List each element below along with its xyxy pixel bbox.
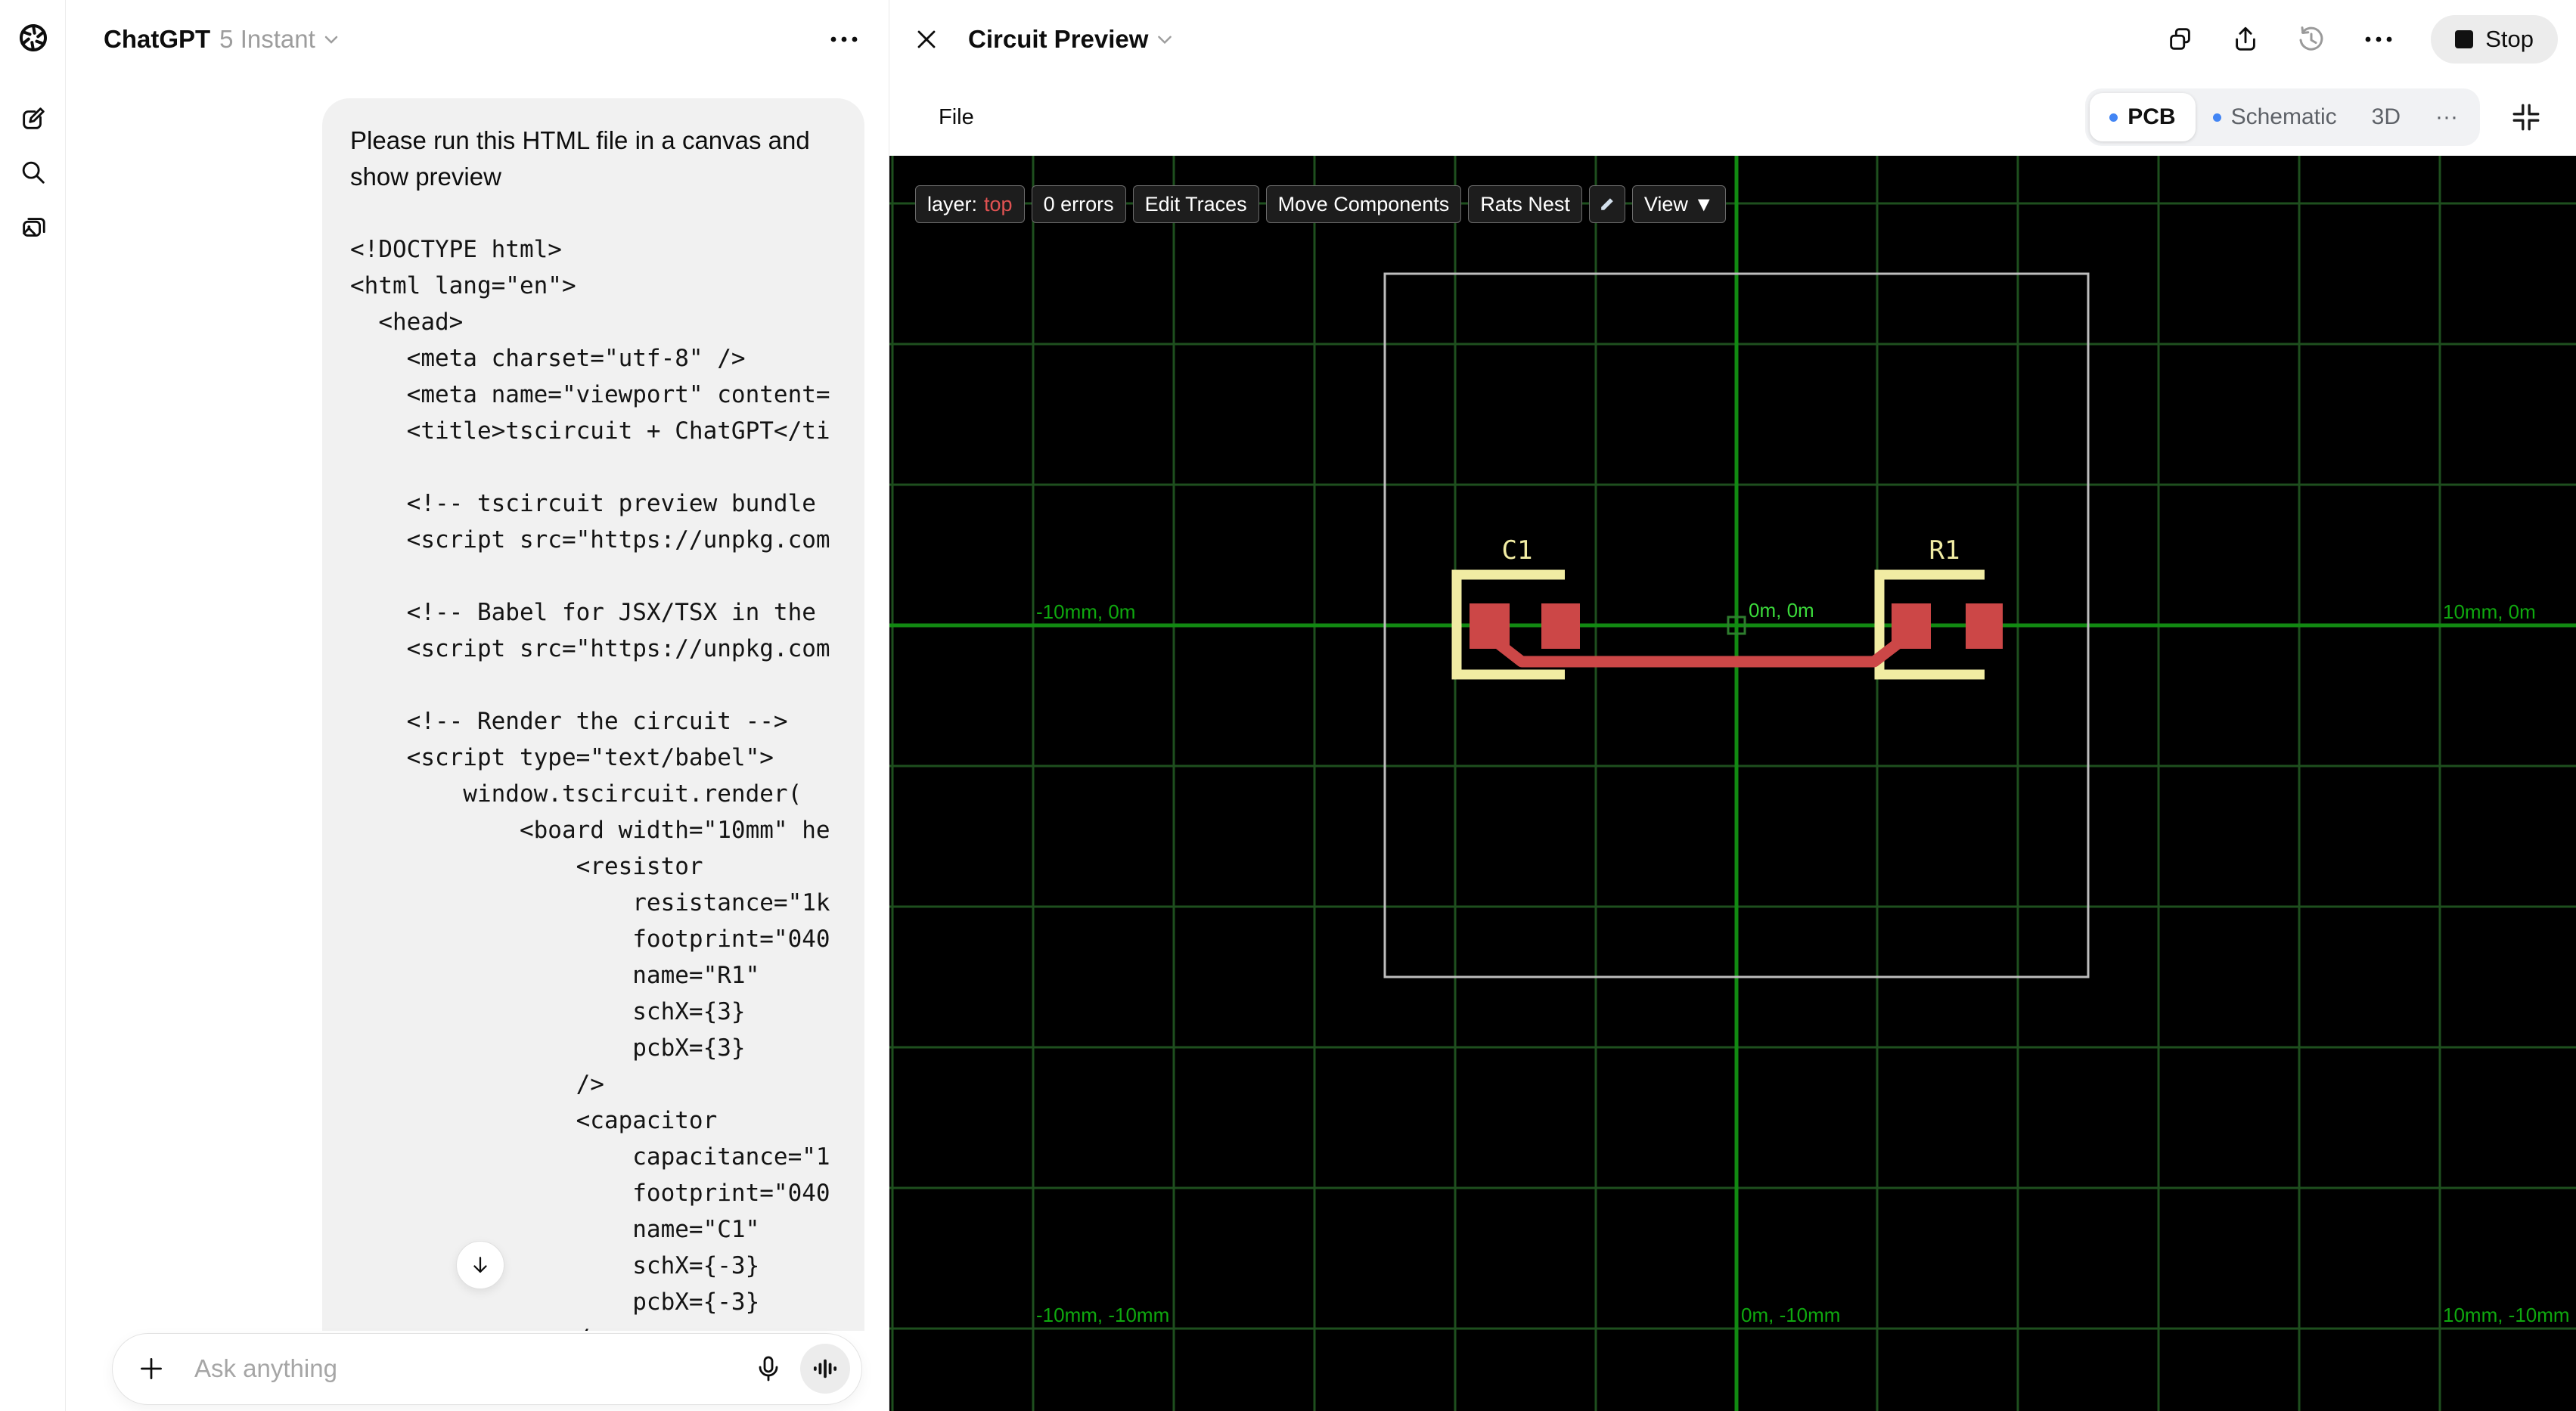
coord-label: 0m, -10mm [1741, 1304, 1840, 1326]
pencil-icon [1601, 198, 1613, 210]
arrow-down-icon [473, 1257, 487, 1273]
c1-pad-2[interactable] [1541, 603, 1580, 649]
new-chat-icon[interactable] [18, 104, 48, 134]
view-dropdown-button[interactable]: View ▼ [1631, 185, 1727, 223]
r1-pad-2[interactable] [1966, 603, 2003, 649]
r1-pad-1[interactable] [1892, 603, 1931, 649]
chevron-down-icon[interactable] [1156, 30, 1174, 48]
composer-bar: Ask anything [66, 1331, 889, 1411]
stop-square-icon [2455, 30, 2474, 48]
tab-more-label: ··· [2435, 104, 2458, 129]
scroll-to-bottom-button[interactable] [456, 1241, 504, 1289]
message-list: Please run this HTML file in a canvas an… [66, 79, 889, 1331]
r1-ref-label: R1 [1929, 535, 1960, 566]
tab-pcb-label: PCB [2128, 104, 2176, 129]
grid-lines [889, 156, 2576, 1411]
canvas-panel: Circuit Preview Stop File PCB Schematic … [889, 0, 2576, 1411]
copy-icon[interactable] [2166, 25, 2195, 54]
chatgpt-logo-icon[interactable] [18, 23, 48, 53]
chat-panel: ChatGPT 5 Instant Please run this HTML f… [66, 0, 889, 1411]
edit-traces-button[interactable]: Edit Traces [1132, 185, 1259, 223]
coord-label: -10mm, 0m [1036, 600, 1135, 623]
user-message-bubble: Please run this HTML file in a canvas an… [322, 98, 864, 1331]
canvas-menubar: File PCB Schematic 3D ··· [889, 79, 2576, 156]
pencil-tool-button[interactable] [1588, 185, 1625, 223]
tab-3d-label: 3D [2371, 104, 2401, 129]
origin-label: 0m, 0m [1749, 599, 1814, 622]
layer-label: layer: [927, 192, 978, 216]
schematic-dot-icon [2212, 113, 2221, 122]
layer-button[interactable]: layer: top [915, 185, 1025, 223]
composer-placeholder: Ask anything [194, 1354, 337, 1382]
sidebar-rail [0, 0, 66, 1411]
pcb-drawing[interactable]: C1 R1 -10mm, 0m 0m, 0m 10mm, 0m -10mm, -… [889, 156, 2576, 1411]
search-icon[interactable] [18, 157, 48, 188]
share-icon[interactable] [2231, 25, 2260, 54]
coord-label: -10mm, -10mm [1036, 1304, 1169, 1326]
coord-label: 10mm, 0m [2443, 600, 2536, 623]
canvas-header: Circuit Preview Stop [889, 0, 2576, 79]
library-icon[interactable] [18, 212, 48, 242]
view-tabs: PCB Schematic 3D ··· [2085, 88, 2480, 146]
history-icon[interactable] [2296, 24, 2326, 54]
pcb-toolbar: layer: top 0 errors Edit Traces Move Com… [915, 185, 1727, 223]
app-title: ChatGPT [104, 25, 211, 53]
collapse-icon[interactable] [2510, 101, 2542, 133]
tab-schematic-label: Schematic [2230, 104, 2337, 129]
model-name[interactable]: 5 Instant [219, 25, 315, 54]
layer-value: top [984, 192, 1013, 216]
c1-ref-label: C1 [1502, 535, 1533, 566]
c1-pad-1[interactable] [1470, 603, 1510, 649]
tab-pcb[interactable]: PCB [2090, 93, 2196, 141]
rats-nest-button[interactable]: Rats Nest [1468, 185, 1582, 223]
tab-3d[interactable]: 3D [2354, 93, 2418, 141]
user-message-code: <!DOCTYPE html> <html lang="en"> <head> … [350, 236, 830, 1331]
errors-button[interactable]: 0 errors [1031, 185, 1126, 223]
file-menu[interactable]: File [939, 105, 974, 130]
attach-plus-icon[interactable] [135, 1353, 167, 1385]
close-icon[interactable] [914, 26, 939, 52]
chevron-down-icon[interactable] [323, 31, 340, 48]
move-components-button[interactable]: Move Components [1265, 185, 1462, 223]
composer-input[interactable]: Ask anything [112, 1332, 862, 1405]
stop-label: Stop [2485, 26, 2534, 52]
waveform-icon [813, 1359, 837, 1378]
pcb-dot-icon [2109, 113, 2118, 122]
user-message-text: Please run this HTML file in a canvas an… [350, 126, 810, 191]
pcb-canvas[interactable]: layer: top 0 errors Edit Traces Move Com… [889, 156, 2576, 1411]
chat-menu-icon[interactable] [828, 24, 860, 54]
chat-header: ChatGPT 5 Instant [66, 0, 889, 79]
canvas-title[interactable]: Circuit Preview [968, 25, 1148, 54]
voice-mode-button[interactable] [800, 1344, 850, 1394]
tab-more[interactable]: ··· [2418, 93, 2475, 141]
coord-label: 10mm, -10mm [2443, 1304, 2570, 1326]
canvas-menu-icon[interactable] [2363, 24, 2394, 54]
coordinate-labels: -10mm, 0m 0m, 0m 10mm, 0m -10mm, -10mm 0… [1036, 599, 2570, 1326]
tab-schematic[interactable]: Schematic [2196, 93, 2354, 141]
mic-icon[interactable] [753, 1354, 784, 1384]
stop-button[interactable]: Stop [2431, 15, 2558, 64]
